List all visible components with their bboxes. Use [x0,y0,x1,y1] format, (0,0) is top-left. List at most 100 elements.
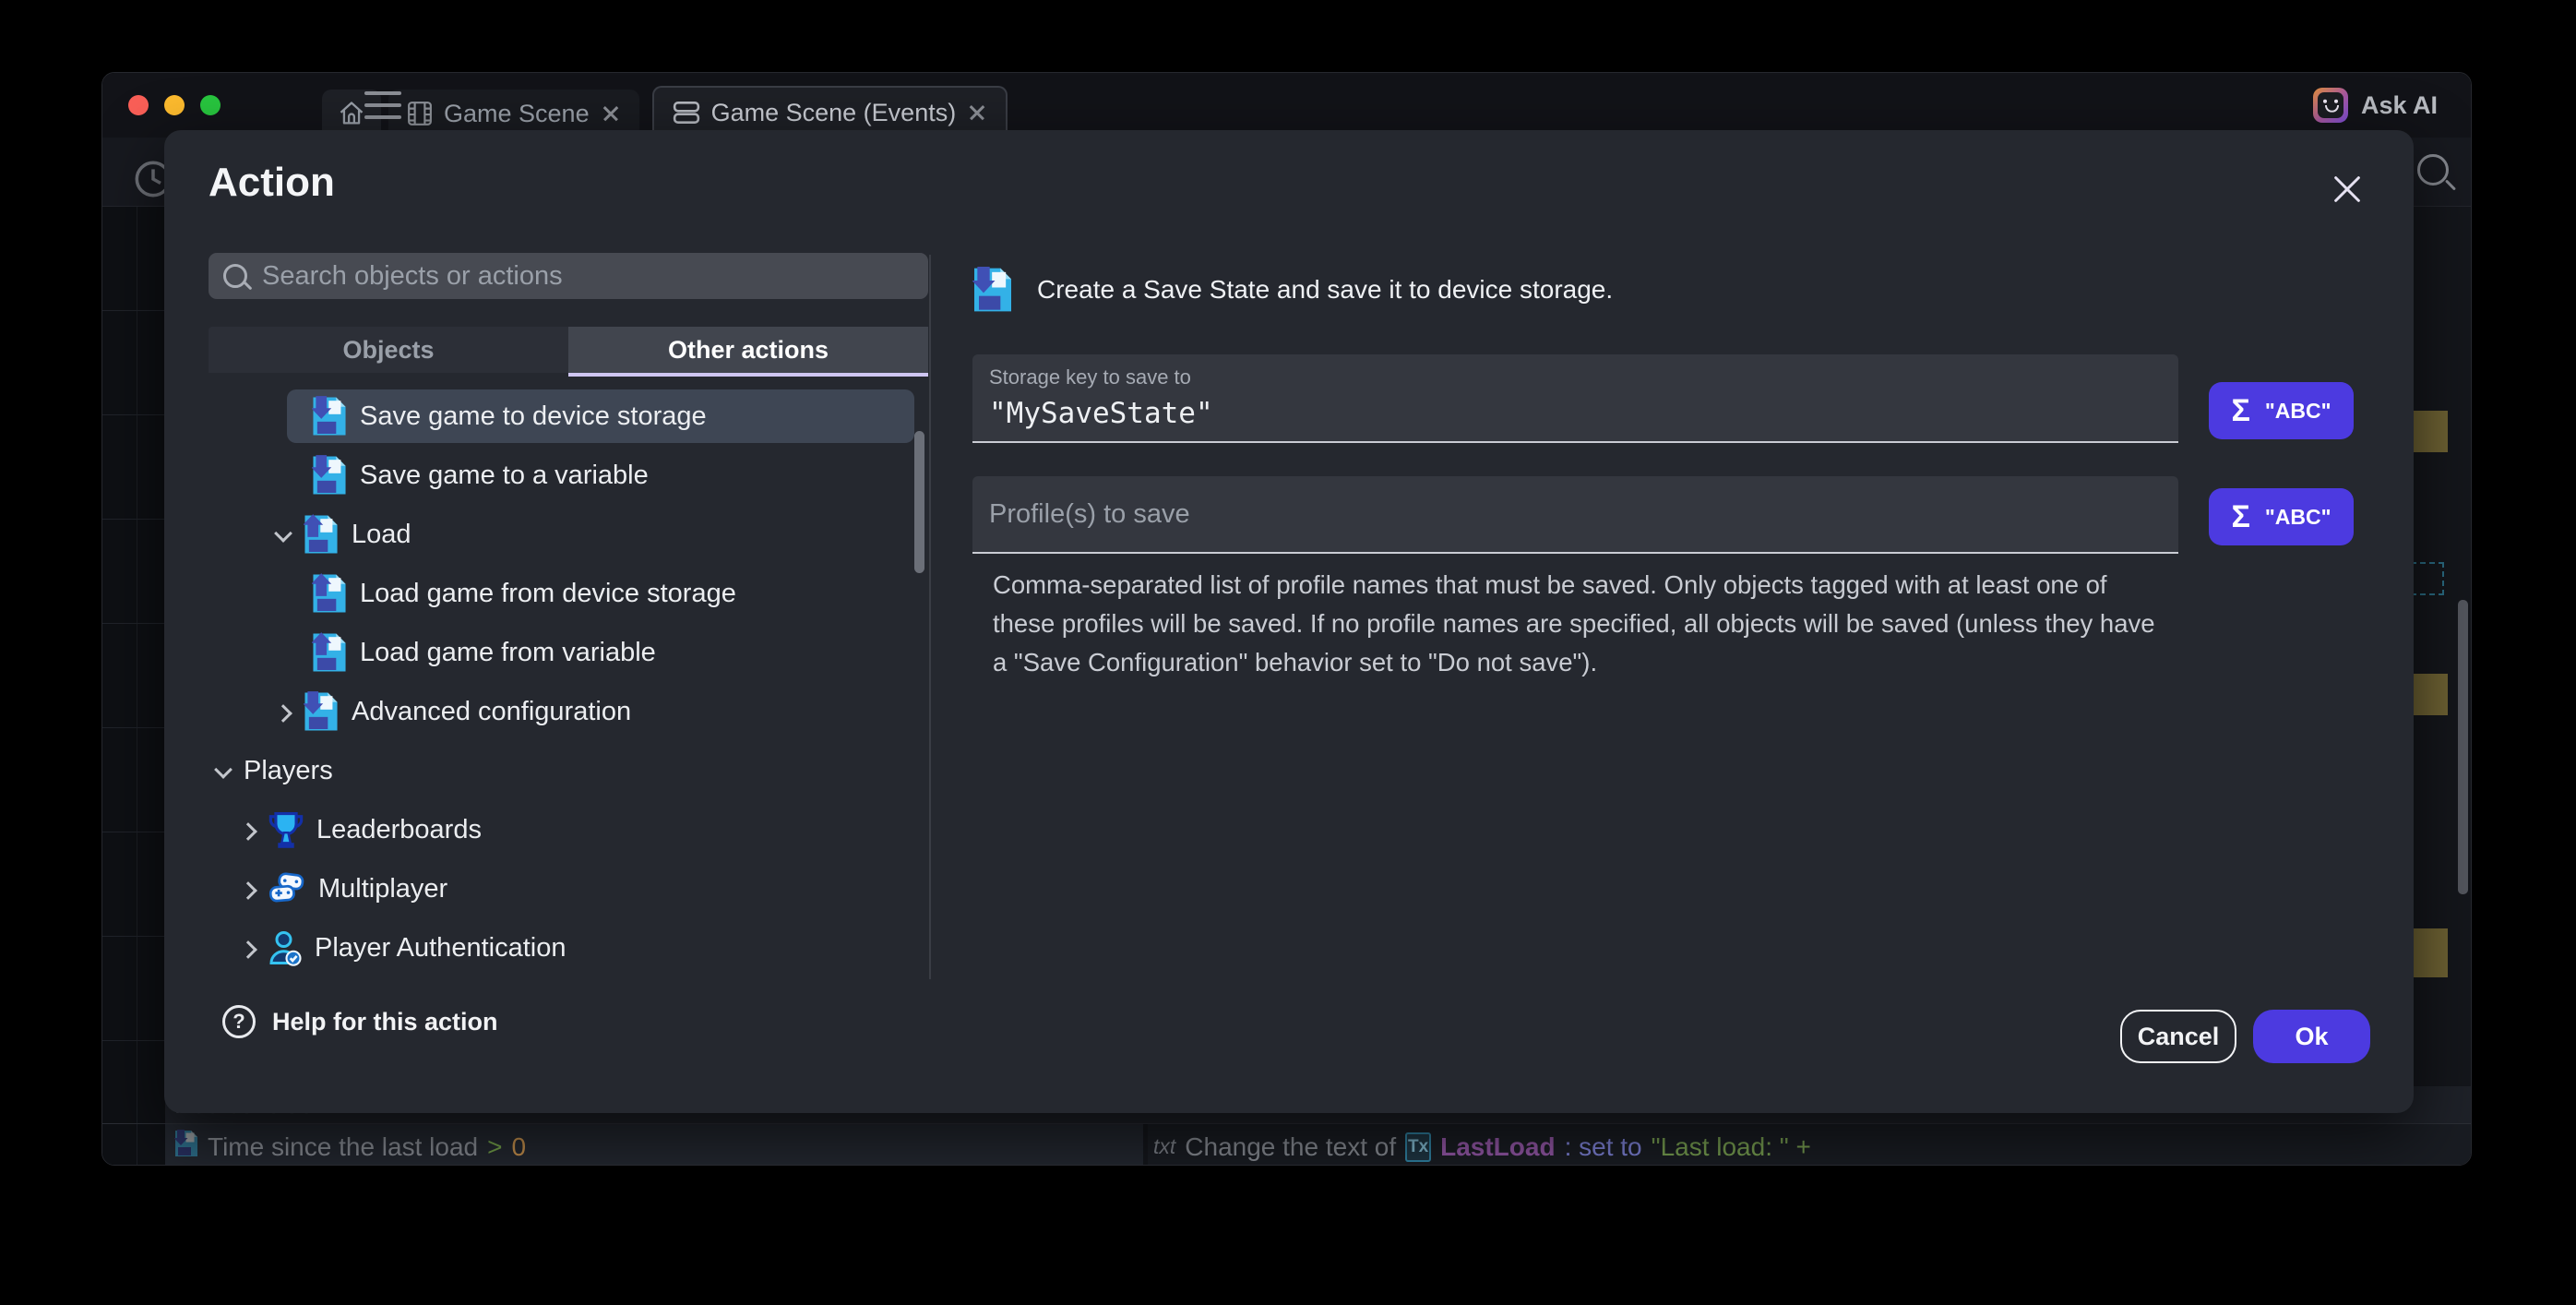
parameter-help-text: Comma-separated list of profile names th… [993,566,2163,682]
tab-label: Game Scene (Events) [711,99,957,127]
gamepad-icon [268,871,305,906]
storage-key-input[interactable] [989,397,2162,430]
window-controls [128,95,221,115]
search-input[interactable] [262,261,913,292]
events-scrollbar[interactable] [2458,600,2468,894]
action-value-line2: ToString(SaveState.TimeSinceLastLoad()) … [1199,1163,1743,1166]
person-check-icon [268,929,302,966]
search-icon[interactable] [2417,154,2449,186]
save-icon [972,267,1013,313]
condition-value: 0 [511,1132,526,1162]
tree-item-label: Load [352,520,411,550]
event-color-block [2411,411,2448,452]
events-gutter [102,207,165,1166]
close-icon[interactable] [967,102,987,123]
tree-item-save-game-to-device-storage[interactable]: Save game to device storage [209,387,928,446]
close-window-button[interactable] [128,95,149,115]
chevron-right-icon[interactable] [241,881,256,896]
event-action-cell[interactable]: txt Change the text of Tx LastLoad : set… [1148,1124,2471,1166]
condition-text: Time since the last load [208,1132,478,1162]
help-for-action-link[interactable]: ? Help for this action [222,1005,498,1038]
action-text: Change the text of [1185,1132,1396,1162]
action-description: Create a Save State and save it to devic… [972,267,1613,313]
condition-operator: > [487,1132,502,1162]
event-color-block [2411,674,2448,715]
tree-group-multiplayer[interactable]: Multiplayer [209,859,928,918]
tree-group-advanced-configuration[interactable]: Advanced configuration [209,682,928,741]
chevron-right-icon[interactable] [276,704,291,719]
tree-group-players[interactable]: Players [209,741,928,800]
ok-button[interactable]: Ok [2253,1010,2370,1063]
load-icon [304,514,339,555]
search-icon [223,264,247,288]
ai-robot-icon [2313,88,2348,123]
question-icon: ? [222,1005,256,1038]
ask-ai-button[interactable]: Ask AI [2313,88,2438,123]
tree-group-load[interactable]: Load [209,505,928,564]
tree-item-label: Load game from variable [360,638,656,668]
close-icon[interactable] [2331,173,2364,206]
tree-item-save-game-to-variable[interactable]: Save game to a variable [209,446,928,505]
expression-editor-button[interactable]: Σ "ABC" [2209,488,2354,545]
tree-item-label: Leaderboards [316,815,482,845]
action-type-tag: txt [1153,1134,1175,1159]
profiles-field[interactable]: Profile(s) to save [972,476,2178,554]
tree-item-label: Players [244,756,333,786]
tab-other-actions[interactable]: Other actions [568,327,928,373]
cancel-button[interactable]: Cancel [2120,1010,2236,1063]
tree-item-load-game-from-variable[interactable]: Load game from variable [209,623,928,682]
trophy-icon [268,810,304,849]
tree-group-leaderboards[interactable]: Leaderboards [209,800,928,859]
actions-tree: Save game to device storage Save game to… [209,387,928,985]
save-icon [312,396,347,437]
scene-icon [407,101,433,126]
text-object-icon: Tx [1405,1132,1431,1162]
chevron-right-icon[interactable] [241,940,256,955]
field-label: Profile(s) to save [989,499,1190,530]
panel-divider [929,255,931,979]
storage-key-field: Storage key to save to [972,354,2178,443]
field-label: Storage key to save to [989,365,2162,389]
tree-item-load-game-from-device-storage[interactable]: Load game from device storage [209,564,928,623]
action-dialog: Action Objects Other actions Save game t… [164,130,2414,1113]
search-field [209,253,928,299]
drop-indicator [2411,562,2444,595]
sigma-icon: Σ [2231,499,2249,535]
save-icon [174,1130,198,1164]
save-icon [312,455,347,496]
action-value: "Last load: " + [1652,1132,1811,1162]
load-icon [312,573,347,614]
chevron-right-icon[interactable] [241,822,256,837]
tree-item-label: Load game from device storage [360,579,736,609]
description-text: Create a Save State and save it to devic… [1037,275,1613,305]
expression-editor-button[interactable]: Σ "ABC" [2209,382,2354,439]
action-object-name: LastLoad [1440,1132,1555,1162]
save-icon [304,691,339,732]
titlebar: Game Scene Game Scene (Events) Ask AI [102,73,2471,138]
action-operator-text: : set to [1565,1132,1642,1162]
zoom-window-button[interactable] [200,95,221,115]
sigma-icon: Σ [2231,393,2249,429]
dialog-title: Action [209,160,335,206]
category-tabs: Objects Other actions [209,327,928,373]
tab-objects[interactable]: Objects [209,327,568,373]
tree-item-label: Multiplayer [318,874,447,904]
load-icon [312,632,347,673]
event-row[interactable]: Time since the last load > 0 txt Change … [102,1123,2471,1166]
menu-icon[interactable] [364,91,401,119]
chevron-down-icon[interactable] [276,527,291,542]
tree-item-label: Advanced configuration [352,697,631,727]
tree-scrollbar[interactable] [914,431,924,573]
events-icon [673,101,700,125]
tree-item-label: Save game to a variable [360,461,649,491]
tree-item-label: Save game to device storage [360,401,707,432]
tree-item-label: Player Authentication [315,933,566,964]
close-icon[interactable] [601,103,621,124]
chevron-down-icon[interactable] [216,763,231,778]
home-icon [338,100,365,127]
minimize-window-button[interactable] [164,95,185,115]
tab-label: Game Scene [444,100,590,128]
tree-group-player-authentication[interactable]: Player Authentication [209,918,928,977]
app-window: Game Scene Game Scene (Events) Ask AI [101,72,2472,1166]
event-condition-cell[interactable]: Time since the last load > 0 [165,1124,1143,1166]
